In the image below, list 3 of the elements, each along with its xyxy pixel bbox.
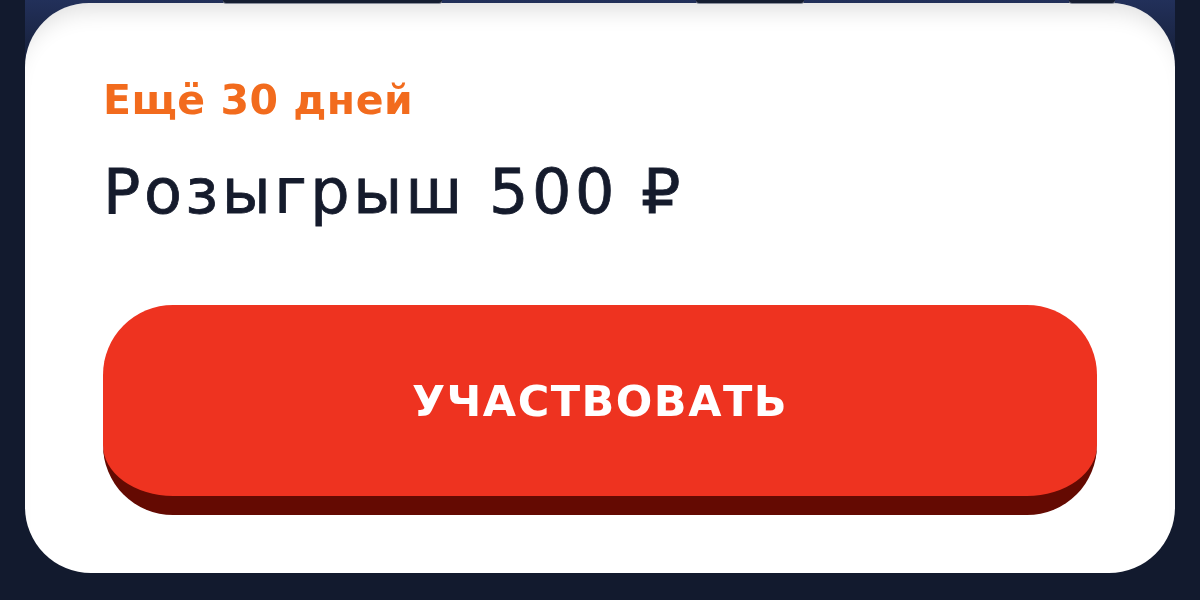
dark-tile-edge — [1069, 0, 1115, 3]
participate-button[interactable]: УЧАСТВОВАТЬ — [103, 305, 1097, 515]
countdown-text: Ещё 30 дней — [103, 79, 415, 121]
